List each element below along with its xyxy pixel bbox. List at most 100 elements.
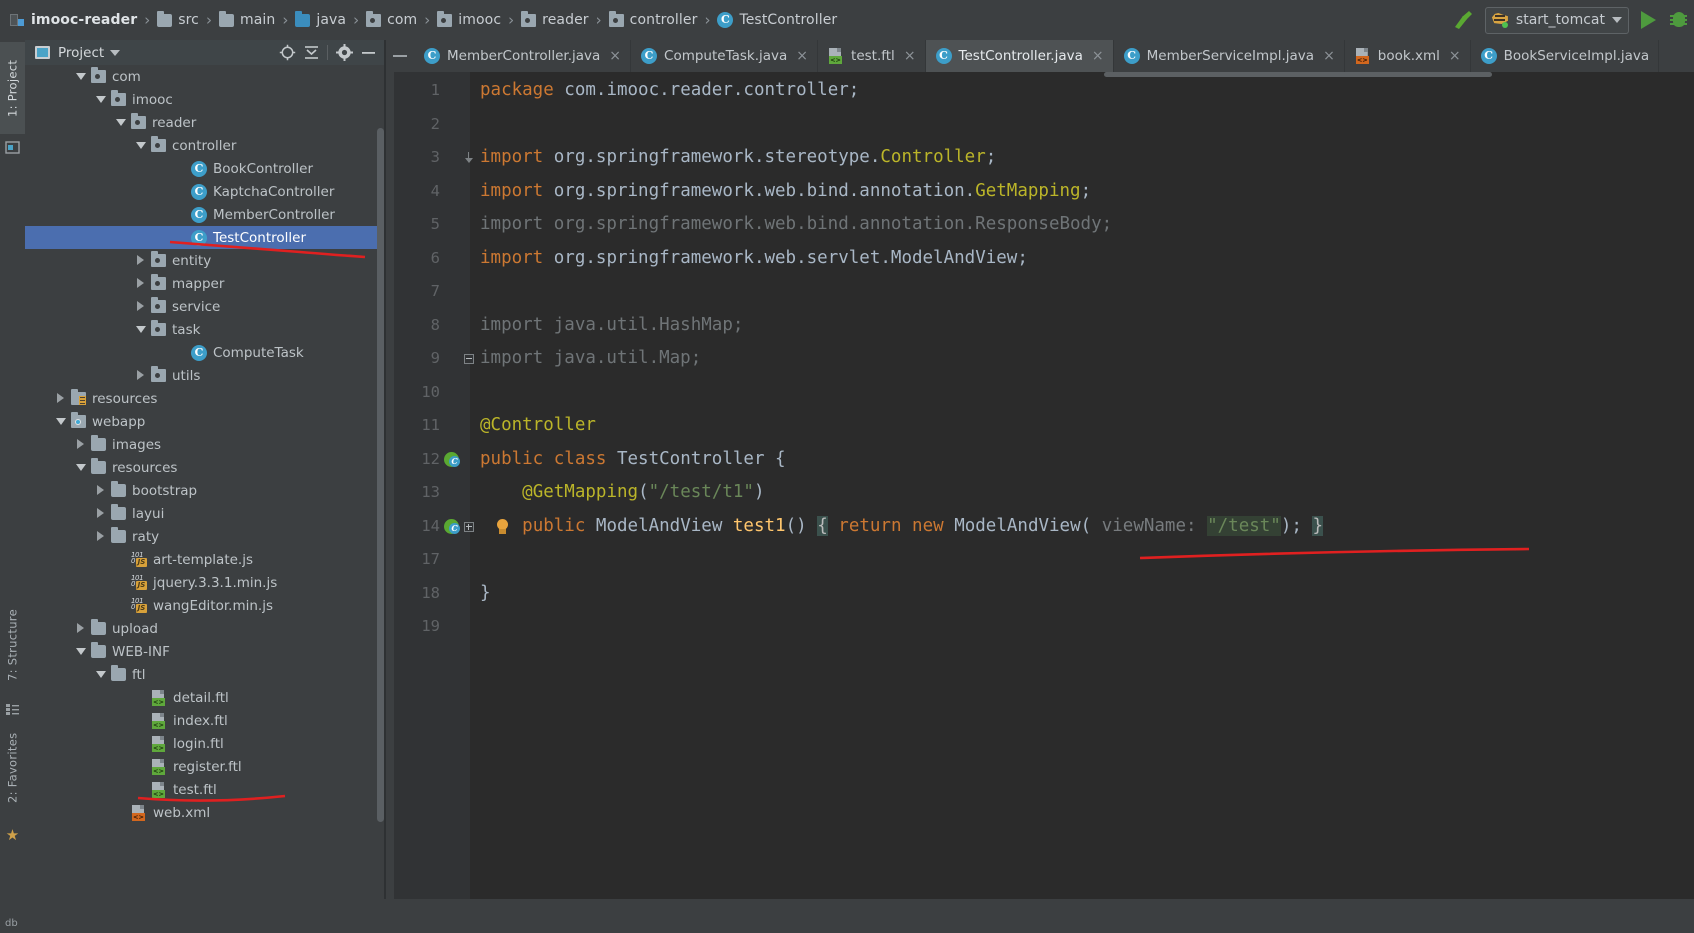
tree-item[interactable]: <>web.xml [25,801,377,824]
editor-tab-computetask-java[interactable]: CComputeTask.java× [631,40,818,72]
editor-horizontal-scrollbar[interactable] [1104,72,1492,77]
run-configuration-selector[interactable]: start_tomcat [1485,7,1629,34]
editor-tab-bookserviceimpl-java[interactable]: CBookServiceImpl.java [1471,40,1660,72]
chevron-right-icon[interactable] [135,370,147,382]
intention-bulb-icon[interactable] [496,519,509,535]
code-line[interactable]: import org.springframework.web.servlet.M… [480,242,1028,276]
editor-tab-membercontroller-java[interactable]: CMemberController.java× [414,40,631,72]
tree-item[interactable]: bootstrap [25,479,377,502]
tree-item[interactable]: mapper [25,272,377,295]
chevron-down-icon[interactable] [75,646,87,658]
fold-collapse-icon[interactable] [464,152,473,164]
editor-code-area[interactable]: package com.imooc.reader.controller; impo… [470,72,1694,899]
hide-panel-icon[interactable] [356,42,380,64]
tree-item[interactable]: service [25,295,377,318]
tree-item[interactable]: CKaptchaController [25,180,377,203]
chevron-right-icon[interactable] [135,278,147,290]
tree-item[interactable]: resources [25,387,377,410]
tree-item[interactable]: CBookController [25,157,377,180]
chevron-right-icon[interactable] [95,485,107,497]
chevron-right-icon[interactable] [55,393,67,405]
tree-item[interactable]: <>index.ftl [25,709,377,732]
tree-item[interactable]: CMemberController [25,203,377,226]
chevron-down-icon[interactable] [115,117,127,129]
run-button[interactable] [1641,11,1656,29]
tree-item[interactable]: <>detail.ftl [25,686,377,709]
tool-tab-database[interactable]: db [5,918,20,933]
fold-expand-icon[interactable] [464,522,475,533]
code-line[interactable]: import java.util.Map; [480,342,701,376]
breadcrumb-item-reader[interactable]: reader [521,0,589,40]
tree-item[interactable]: controller [25,134,377,157]
chevron-right-icon[interactable] [135,255,147,267]
tool-tab-structure[interactable]: 7: Structure [0,596,25,694]
chevron-down-icon[interactable] [75,462,87,474]
breadcrumb-item-com[interactable]: com [366,0,417,40]
chevron-down-icon[interactable] [135,324,147,336]
tree-item[interactable]: raty [25,525,377,548]
close-icon[interactable]: × [1440,48,1461,64]
chevron-right-icon[interactable] [95,531,107,543]
structure-icon[interactable] [5,702,20,717]
code-line[interactable]: import org.springframework.web.bind.anno… [480,175,1091,209]
tree-item[interactable]: 1010JSjquery.3.3.1.min.js [25,571,377,594]
code-line[interactable]: @GetMapping("/test/t1") [480,476,765,510]
breadcrumb-item-src[interactable]: src [157,0,199,40]
tree-item[interactable]: <>register.ftl [25,755,377,778]
close-icon[interactable]: × [787,48,808,64]
chevron-right-icon[interactable] [75,623,87,635]
tree-item[interactable]: task [25,318,377,341]
code-line[interactable]: public class TestController { [480,443,786,477]
close-icon[interactable]: × [1314,48,1335,64]
code-line[interactable]: @Controller [480,409,596,443]
editor-tab-book-xml[interactable]: <>book.xml× [1345,40,1471,72]
build-icon[interactable] [1449,7,1475,33]
locate-icon[interactable] [275,42,299,64]
chevron-down-icon[interactable] [75,71,87,83]
code-line[interactable]: import java.util.HashMap; [480,309,743,343]
code-line[interactable]: package com.imooc.reader.controller; [480,74,859,108]
chevron-right-icon[interactable] [75,439,87,451]
tree-item[interactable]: WEB-INF [25,640,377,663]
tree-item[interactable]: 1010JSwangEditor.min.js [25,594,377,617]
tree-item[interactable]: images [25,433,377,456]
tree-item[interactable]: com [25,65,377,88]
close-icon[interactable]: × [895,48,916,64]
breadcrumb-item-controller[interactable]: controller [609,0,698,40]
code-line[interactable]: import org.springframework.web.bind.anno… [480,208,1112,242]
hide-tabs-icon[interactable] [386,40,414,72]
chevron-down-icon[interactable] [55,416,67,428]
code-editor[interactable]: package com.imooc.reader.controller; impo… [386,72,1694,899]
tree-item[interactable]: entity [25,249,377,272]
gear-icon[interactable] [332,42,356,64]
tool-tab-project[interactable]: 1: Project [0,42,25,134]
chevron-down-icon[interactable] [95,94,107,106]
star-icon[interactable]: ★ [5,828,20,843]
tree-item[interactable]: reader [25,111,377,134]
tree-item[interactable]: imooc [25,88,377,111]
project-tree-scrollbar[interactable] [377,128,384,822]
breadcrumb[interactable]: imooc-reader›src›main›java›com›imooc›rea… [0,0,837,40]
close-icon[interactable]: × [1083,48,1104,64]
chevron-down-icon[interactable] [1612,17,1622,23]
code-line[interactable]: public ModelAndView test1() { return new… [480,510,1323,544]
run-class-icon[interactable]: C [444,452,460,468]
collapse-all-icon[interactable] [299,42,323,64]
tree-item[interactable]: ftl [25,663,377,686]
chevron-down-icon[interactable] [110,50,120,56]
code-line[interactable]: } [480,577,491,611]
tree-item[interactable]: resources [25,456,377,479]
run-method-icon[interactable]: C [444,519,460,535]
chevron-down-icon[interactable] [95,669,107,681]
editor-tab-testcontroller-java[interactable]: CTestController.java× [926,40,1114,74]
project-tree[interactable]: comimoocreadercontrollerCBookControllerC… [25,65,377,899]
tool-tab-favorites[interactable]: 2: Favorites [0,716,25,820]
tree-item[interactable]: layui [25,502,377,525]
tree-item[interactable]: webapp [25,410,377,433]
breadcrumb-item-testcontroller[interactable]: CTestController [717,0,837,40]
tree-item[interactable]: CComputeTask [25,341,377,364]
project-structure-icon[interactable] [5,140,20,155]
editor-tab-memberserviceimpl-java[interactable]: CMemberServiceImpl.java× [1114,40,1345,72]
chevron-down-icon[interactable] [135,140,147,152]
tree-item[interactable]: utils [25,364,377,387]
